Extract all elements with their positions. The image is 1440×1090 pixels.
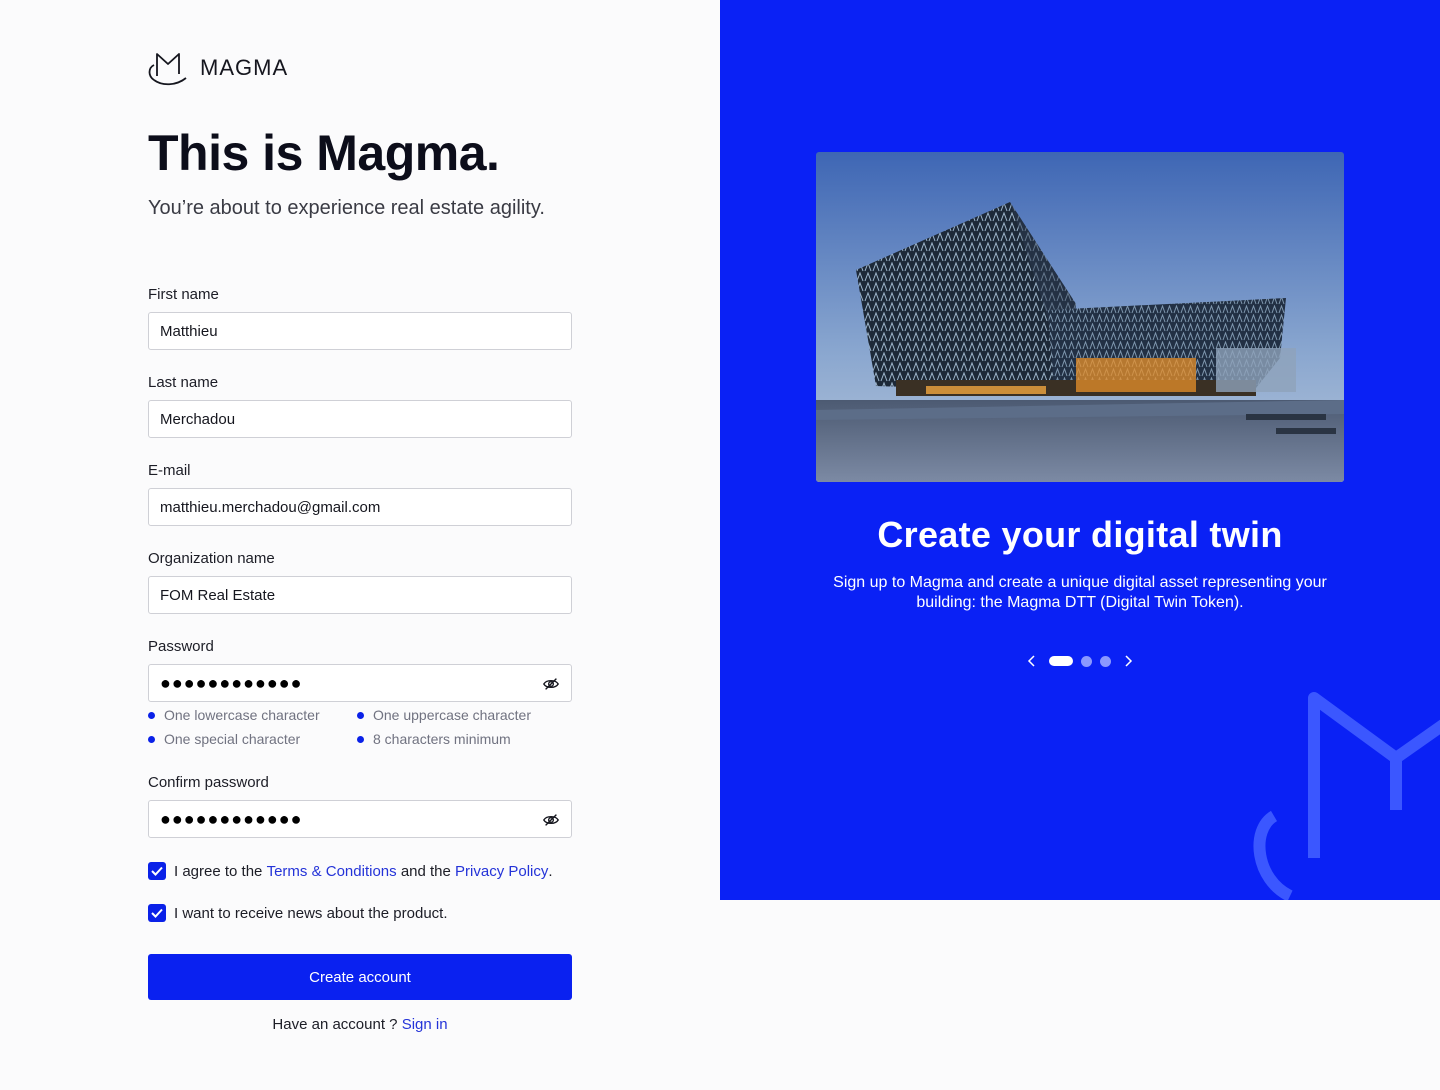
magma-watermark-icon — [1253, 692, 1440, 900]
confirm-password-label: Confirm password — [148, 774, 269, 791]
bullet-icon — [357, 735, 364, 743]
organization-value: FOM Real Estate — [160, 586, 276, 604]
news-checkbox[interactable] — [148, 904, 166, 922]
agree-suffix: . — [548, 862, 553, 880]
eye-off-icon[interactable] — [542, 811, 560, 829]
email-value: matthieu.merchadou@gmail.com — [160, 498, 381, 516]
carousel-dot-active[interactable] — [1049, 656, 1073, 666]
last-name-input[interactable]: Merchadou — [148, 400, 572, 438]
password-rules: One lowercase character One uppercase ch… — [148, 706, 572, 748]
promo-panel: Create your digital twin Sign up to Magm… — [720, 0, 1440, 900]
agree-terms-row: I agree to the Terms & Conditions and th… — [148, 862, 553, 880]
check-icon — [151, 908, 163, 918]
password-value: ●●●●●●●●●●●● — [160, 672, 303, 693]
bullet-icon — [148, 735, 155, 743]
terms-link[interactable]: Terms & Conditions — [267, 863, 397, 880]
chevron-right-icon[interactable] — [1119, 652, 1137, 670]
agree-prefix: I agree to the — [174, 862, 263, 880]
confirm-password-input[interactable]: ●●●●●●●●●●●● — [148, 800, 572, 838]
slide-description: Sign up to Magma and create a unique dig… — [833, 574, 1327, 611]
eye-off-icon[interactable] — [542, 675, 560, 693]
signin-prompt: Have an account ? — [272, 1016, 398, 1033]
carousel-dot[interactable] — [1100, 655, 1111, 667]
last-name-label: Last name — [148, 374, 219, 391]
email-input[interactable]: matthieu.merchadou@gmail.com — [148, 488, 572, 526]
password-rule: One special character — [148, 730, 357, 748]
check-icon — [151, 866, 163, 876]
carousel-dot[interactable] — [1081, 655, 1092, 667]
password-input[interactable]: ●●●●●●●●●●●● — [148, 664, 572, 702]
agree-terms-checkbox[interactable] — [148, 862, 166, 880]
confirm-password-value: ●●●●●●●●●●●● — [160, 808, 303, 829]
bullet-icon — [357, 711, 364, 719]
chevron-left-icon[interactable] — [1023, 652, 1041, 670]
first-name-label: First name — [148, 286, 219, 303]
password-label: Password — [148, 638, 214, 655]
building-photo — [816, 152, 1344, 482]
magma-logo-icon — [148, 53, 187, 86]
news-row: I want to receive news about the product… — [148, 904, 448, 922]
last-name-value: Merchadou — [160, 410, 236, 428]
email-label: E-mail — [148, 462, 191, 479]
brand-name: MAGMA — [200, 55, 289, 80]
organization-label: Organization name — [148, 550, 275, 567]
page-subtitle: You’re about to experience real estate a… — [148, 197, 545, 219]
password-rule: One uppercase character — [357, 706, 572, 724]
slide-title: Create your digital twin — [877, 514, 1283, 555]
organization-input[interactable]: FOM Real Estate — [148, 576, 572, 614]
page-title: This is Magma. — [148, 125, 500, 181]
first-name-value: Matthieu — [160, 322, 218, 340]
password-rule: One lowercase character — [148, 706, 357, 724]
first-name-input[interactable]: Matthieu — [148, 312, 572, 350]
signin-link[interactable]: Sign in — [402, 1016, 448, 1033]
bullet-icon — [148, 711, 155, 719]
building-image — [816, 152, 1344, 482]
signup-panel: MAGMA This is Magma. You’re about to exp… — [0, 0, 720, 1090]
password-rule: 8 characters minimum — [357, 730, 572, 748]
news-label: I want to receive news about the product… — [174, 904, 448, 922]
agree-middle: and the — [400, 862, 451, 880]
carousel-controls — [720, 652, 1440, 670]
privacy-link[interactable]: Privacy Policy — [455, 863, 548, 880]
create-account-button[interactable]: Create account — [148, 954, 572, 1000]
brand-logo[interactable]: MAGMA — [148, 50, 288, 86]
signin-row: Have an account ? Sign in — [148, 1016, 572, 1033]
